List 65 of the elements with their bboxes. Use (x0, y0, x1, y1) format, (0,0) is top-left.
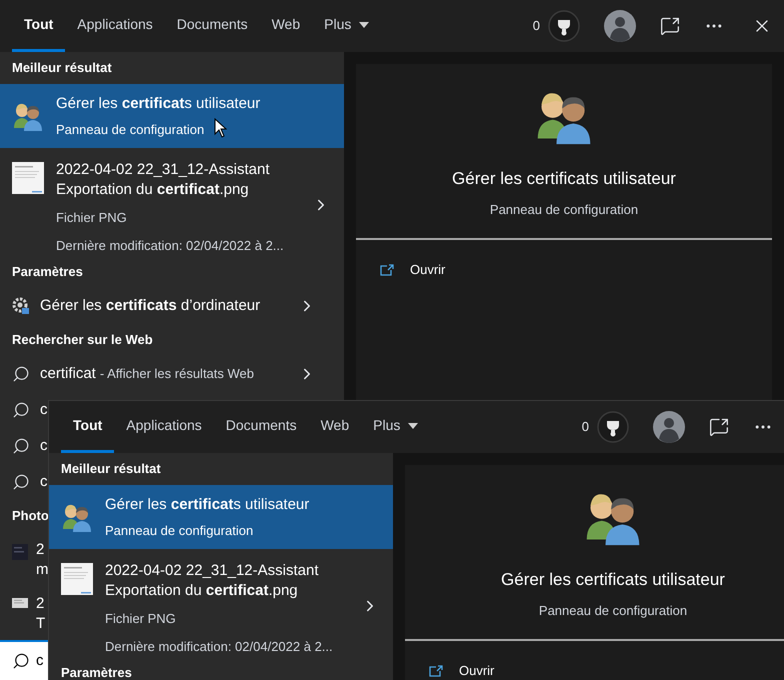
search-icon (12, 473, 30, 491)
open-icon (429, 665, 443, 677)
result-title: Gérer les certificats utilisateur (105, 495, 310, 515)
photo-subtitle: T (36, 614, 46, 634)
preview-subtitle: Panneau de configuration (538, 602, 688, 620)
best-result-item[interactable]: Gérer les certificats utilisateur Panneau de configuration (0, 84, 344, 148)
points-count: 0 (532, 17, 540, 36)
gear-icon (12, 297, 30, 315)
preview-title: Gérer les certificats utilisateur (501, 569, 725, 591)
result-subtitle: Fichier PNG (56, 209, 128, 227)
image-thumbnail (12, 598, 28, 608)
tab[interactable]: Web (260, 0, 312, 52)
search-icon (12, 437, 30, 455)
tab[interactable]: Plus (312, 0, 382, 52)
tab[interactable]: Documents (214, 401, 309, 453)
best-result-item[interactable]: Gérer les certificats utilisateur Panneau de configuration (49, 485, 393, 549)
result-detail: Dernière modification: 02/04/2022 à 2... (56, 236, 285, 254)
tab[interactable]: Web (308, 401, 362, 453)
open-action[interactable]: Ouvrir (405, 641, 784, 680)
search-icon (12, 365, 30, 383)
open-action[interactable]: Ouvrir (356, 240, 772, 300)
photo-subtitle: m (36, 560, 48, 580)
tab[interactable]: Applications (65, 0, 165, 52)
result-subtitle: Panneau de configuration (105, 522, 254, 540)
trophy-icon[interactable] (597, 411, 629, 443)
points-count: 0 (582, 418, 589, 436)
web-query[interactable]: c (40, 434, 48, 458)
preview-subtitle: Panneau de configuration (490, 200, 638, 219)
web-query[interactable]: certificat (40, 362, 96, 386)
section-heading: Photo (12, 507, 49, 526)
trophy-icon[interactable] (548, 10, 580, 42)
result-detail: Dernière modification: 02/04/2022 à 2... (105, 638, 334, 656)
photo-title[interactable]: 2 (36, 540, 44, 560)
feedback-icon[interactable] (660, 16, 680, 36)
web-query[interactable]: c (40, 470, 48, 494)
section-heading: Meilleur résultat (61, 460, 161, 478)
image-thumbnail (12, 544, 28, 560)
tab[interactable]: Plus (361, 401, 430, 453)
section-heading: Paramètres (12, 263, 83, 282)
result-subtitle: Fichier PNG (105, 610, 177, 628)
web-query[interactable]: c (40, 398, 48, 422)
result-subtitle: Panneau de configuration (56, 120, 206, 139)
section-heading: Paramètres (61, 664, 132, 680)
photo-title[interactable]: 2 (36, 594, 44, 614)
caret-icon (359, 22, 370, 28)
caret-icon (408, 422, 418, 428)
avatar[interactable] (604, 10, 636, 42)
feedback-icon[interactable] (709, 417, 729, 437)
result-title: Gérer les certificats utilisateur (56, 94, 260, 114)
tab[interactable]: Applications (114, 401, 214, 453)
setting-title[interactable]: Gérer les certificats d’ordinateur (40, 294, 298, 318)
web-hint: - Afficher les résultats Web (100, 365, 254, 384)
document-thumbnail (12, 162, 44, 194)
search-icon (12, 652, 30, 670)
result-title: 2022-04-02 22_31_12-Assistant Exportation du certificat.png (56, 160, 270, 200)
preview-title: Gérer les certificats utilisateur (452, 168, 676, 190)
search-icon (12, 401, 30, 419)
tab[interactable]: Documents (164, 0, 260, 52)
result-title: 2022-04-02 22_31_12-Assistant Exportation du certificat.png (105, 561, 320, 601)
open-icon (380, 264, 394, 276)
section-heading: Rechercher sur le Web (12, 331, 153, 350)
search-field[interactable]: c (0, 640, 48, 680)
avatar[interactable] (653, 411, 685, 443)
section-heading: Meilleur résultat (12, 59, 112, 78)
document-thumbnail (61, 563, 93, 595)
